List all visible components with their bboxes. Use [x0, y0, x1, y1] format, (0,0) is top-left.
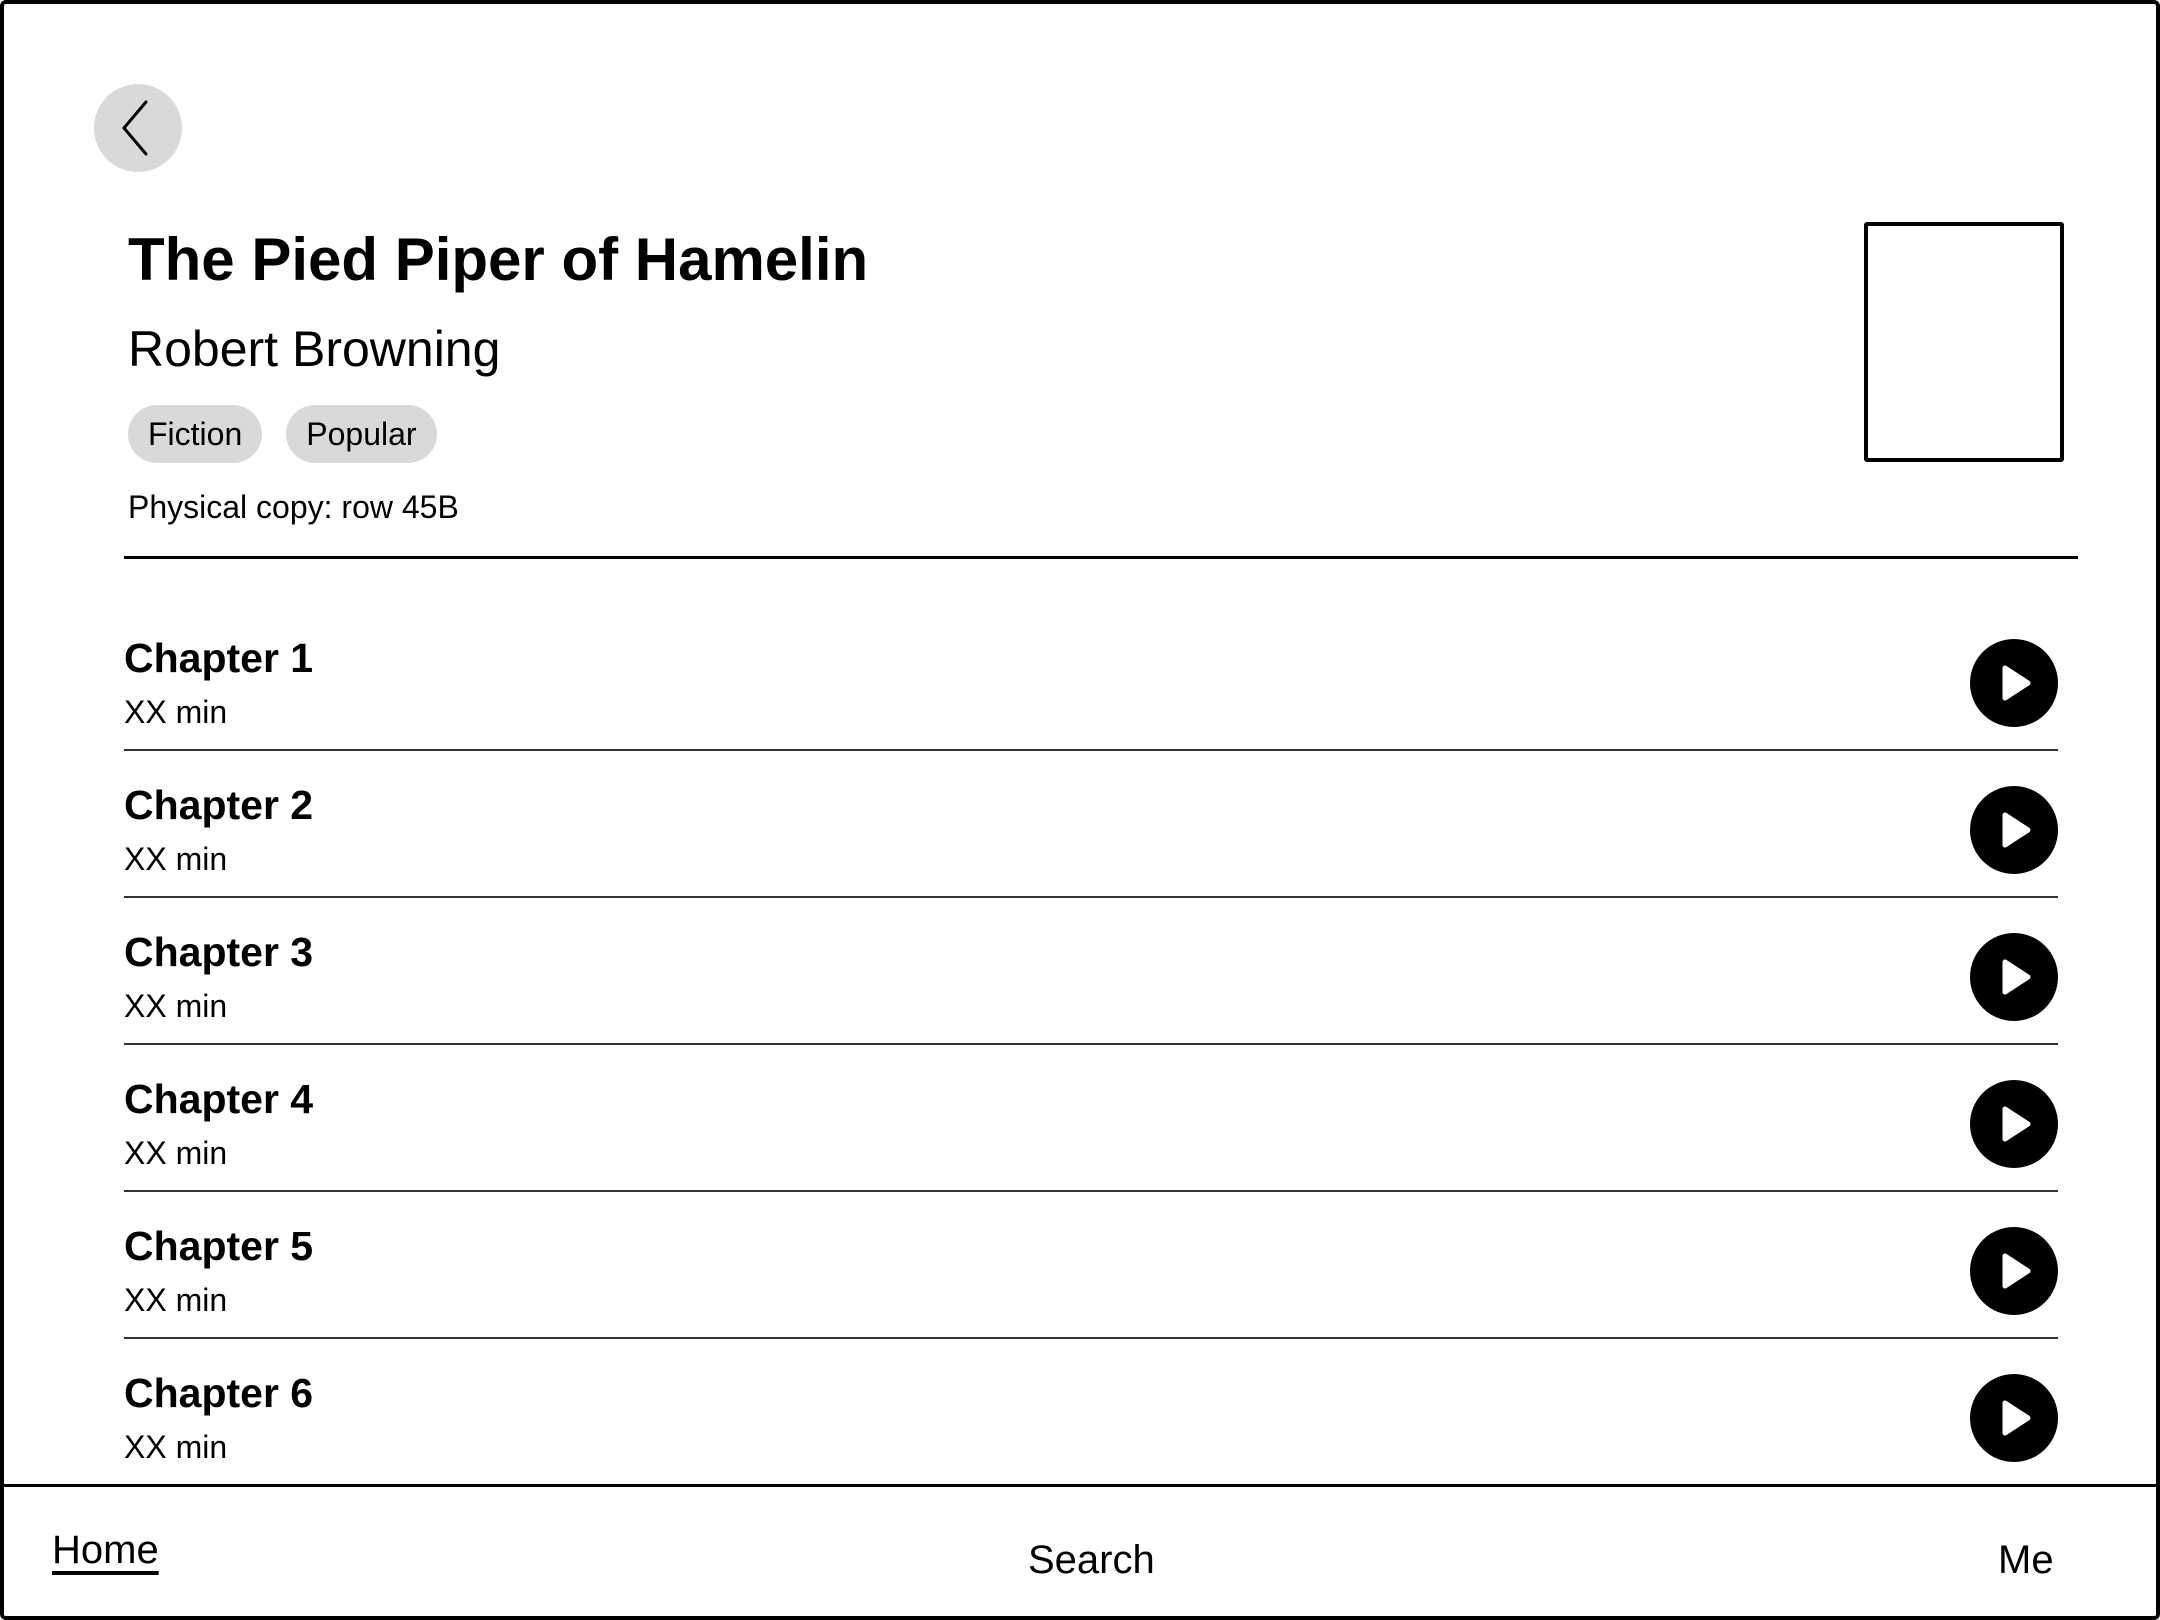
book-title: The Pied Piper of Hamelin [128, 226, 869, 293]
play-icon [2002, 959, 2031, 995]
chapter-title: Chapter 6 [124, 1370, 314, 1416]
chapter-duration: XX min [124, 1429, 228, 1465]
chapter-title: Chapter 3 [124, 929, 314, 975]
play-icon [2002, 812, 2031, 848]
bottom-navigation: Home Search Me [4, 1484, 2156, 1616]
chapter-list: Chapter 1 XX min Chapter 2 XX min Chapte… [124, 604, 2058, 1486]
chapter-duration: XX min [124, 988, 228, 1024]
play-button[interactable] [1970, 933, 2058, 1021]
tag-list: Fiction Popular [128, 405, 437, 463]
play-icon [2002, 665, 2031, 701]
play-icon [2002, 1400, 2031, 1436]
nav-me[interactable]: Me [1998, 1535, 2054, 1585]
app-window: The Pied Piper of Hamelin Robert Brownin… [0, 0, 2160, 1620]
play-button[interactable] [1970, 1374, 2058, 1462]
nav-search[interactable]: Search [1028, 1535, 1155, 1585]
chapter-title: Chapter 4 [124, 1076, 314, 1122]
book-author: Robert Browning [128, 321, 501, 377]
play-icon [2002, 1106, 2031, 1142]
tag-fiction[interactable]: Fiction [128, 405, 263, 463]
tag-popular[interactable]: Popular [286, 405, 437, 463]
nav-home[interactable]: Home [52, 1525, 159, 1575]
chapter-title: Chapter 5 [124, 1223, 314, 1269]
play-button[interactable] [1970, 1227, 2058, 1315]
play-button[interactable] [1970, 1080, 2058, 1168]
chevron-left-icon [122, 100, 148, 156]
book-cover-placeholder [1864, 222, 2064, 462]
chapter-duration: XX min [124, 694, 228, 730]
play-button[interactable] [1970, 639, 2058, 727]
chapter-row[interactable]: Chapter 6 XX min [124, 1339, 2058, 1486]
chapter-title: Chapter 2 [124, 782, 314, 828]
chapter-row[interactable]: Chapter 5 XX min [124, 1192, 2058, 1339]
play-icon [2002, 1253, 2031, 1289]
chapter-duration: XX min [124, 1282, 228, 1318]
play-button[interactable] [1970, 786, 2058, 874]
chapter-duration: XX min [124, 1135, 228, 1171]
chapter-row[interactable]: Chapter 4 XX min [124, 1045, 2058, 1192]
chapter-row[interactable]: Chapter 2 XX min [124, 751, 2058, 898]
header-divider [124, 556, 2078, 559]
chapter-title: Chapter 1 [124, 635, 314, 681]
back-button[interactable] [94, 84, 182, 172]
chapter-row[interactable]: Chapter 3 XX min [124, 898, 2058, 1045]
chapter-duration: XX min [124, 841, 228, 877]
chapter-row[interactable]: Chapter 1 XX min [124, 604, 2058, 751]
physical-copy-location: Physical copy: row 45B [128, 489, 459, 525]
